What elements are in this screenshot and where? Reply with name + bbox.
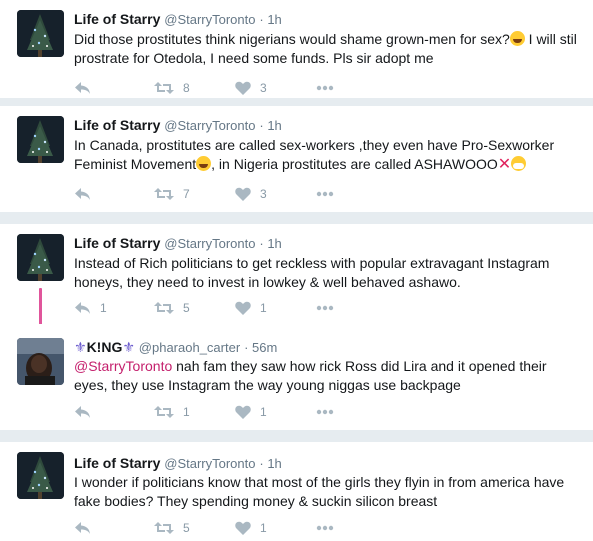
tweet-5[interactable]: Life of Starry @StarryToronto · 1h I won… — [0, 442, 593, 541]
more-button[interactable] — [316, 404, 334, 420]
more-icon — [316, 191, 334, 197]
display-name[interactable]: Life of Starry — [74, 11, 160, 27]
heart-icon — [235, 187, 251, 201]
heart-icon — [235, 81, 251, 95]
display-name[interactable]: Life of Starry — [74, 455, 160, 471]
more-icon — [316, 525, 334, 531]
reply-button[interactable] — [74, 404, 91, 420]
timestamp[interactable]: · 1h — [259, 12, 281, 27]
reply-button[interactable]: 1 — [74, 300, 107, 316]
heart-icon — [235, 521, 251, 535]
reply-button[interactable] — [74, 186, 91, 202]
tweet-header: Life of Starry @StarryToronto · 1h — [74, 116, 282, 135]
tweet-header: ⚜K!NG⚜ @pharaoh_carter · 56m — [74, 338, 277, 357]
retweet-count: 5 — [183, 521, 190, 535]
like-count: 1 — [260, 521, 267, 535]
tweet-text-part: , in Nigeria prostitutes are called ASHA… — [211, 156, 498, 172]
user-handle[interactable]: @StarryToronto — [164, 456, 255, 471]
tears-of-joy-emoji-icon — [196, 156, 212, 171]
more-button[interactable] — [316, 80, 334, 96]
more-icon — [316, 409, 334, 415]
retweet-count: 5 — [183, 301, 190, 315]
reply-icon — [75, 302, 90, 314]
retweet-button[interactable]: 5 — [154, 520, 190, 536]
retweet-count: 1 — [183, 405, 190, 419]
reply-icon — [75, 82, 90, 94]
timestamp[interactable]: · 1h — [259, 118, 281, 133]
more-button[interactable] — [316, 300, 334, 316]
more-icon — [316, 305, 334, 311]
like-button[interactable]: 3 — [235, 80, 267, 96]
avatar[interactable] — [17, 338, 64, 385]
user-handle[interactable]: @StarryToronto — [164, 236, 255, 251]
heart-icon — [235, 301, 251, 315]
avatar[interactable] — [17, 10, 64, 57]
like-count: 3 — [260, 81, 267, 95]
retweet-icon — [154, 188, 174, 200]
user-handle[interactable]: @StarryToronto — [164, 118, 255, 133]
tweet-header: Life of Starry @StarryToronto · 1h — [74, 234, 282, 253]
like-button[interactable]: 1 — [235, 520, 267, 536]
display-name[interactable]: Life of Starry — [74, 235, 160, 251]
reply-icon — [75, 188, 90, 200]
reply-count: 1 — [100, 301, 107, 315]
retweet-count: 8 — [183, 81, 190, 95]
retweet-button[interactable]: 7 — [154, 186, 190, 202]
retweet-icon — [154, 82, 174, 94]
heart-icon — [235, 405, 251, 419]
tweet-text: Instead of Rich politicians to get reckl… — [74, 255, 550, 290]
tweet-header: Life of Starry @StarryToronto · 1h — [74, 10, 282, 29]
retweet-icon — [154, 406, 174, 418]
retweet-count: 7 — [183, 187, 190, 201]
cross-mark-emoji-icon: ✕ — [497, 156, 512, 173]
retweet-button[interactable]: 1 — [154, 404, 190, 420]
retweet-icon — [154, 522, 174, 534]
like-count: 1 — [260, 301, 267, 315]
tweet-1[interactable]: Life of Starry @StarryToronto · 1h Did t… — [0, 0, 593, 104]
display-name[interactable]: Life of Starry — [74, 117, 160, 133]
separator — [0, 98, 593, 106]
tweet-3[interactable]: Life of Starry @StarryToronto · 1h Inste… — [0, 224, 593, 336]
reply-button[interactable] — [74, 80, 91, 96]
retweet-icon — [154, 302, 174, 314]
like-count: 3 — [260, 187, 267, 201]
tweet-text: I wonder if politicians know that most o… — [74, 474, 565, 509]
user-handle[interactable]: @StarryToronto — [164, 12, 255, 27]
tears-of-joy-emoji-icon — [509, 31, 525, 46]
tweet-text: @StarryToronto nah fam they saw how rick… — [74, 357, 579, 395]
avatar[interactable] — [17, 452, 64, 499]
more-icon — [316, 85, 334, 91]
medical-mask-emoji-icon — [511, 156, 527, 171]
like-button[interactable]: 3 — [235, 186, 267, 202]
display-name[interactable]: K!NG — [87, 339, 123, 355]
mention-link[interactable]: @StarryToronto — [74, 358, 172, 374]
user-handle[interactable]: @pharaoh_carter — [139, 340, 240, 355]
tweet-reply[interactable]: ⚜K!NG⚜ @pharaoh_carter · 56m @StarryToro… — [0, 324, 593, 430]
like-count: 1 — [260, 405, 267, 419]
like-button[interactable]: 1 — [235, 404, 267, 420]
reply-button[interactable] — [74, 520, 91, 536]
reply-icon — [75, 522, 90, 534]
reply-icon — [75, 406, 90, 418]
timestamp[interactable]: · 1h — [259, 236, 281, 251]
avatar[interactable] — [17, 234, 64, 281]
more-button[interactable] — [316, 186, 334, 202]
retweet-button[interactable]: 5 — [154, 300, 190, 316]
tweet-header: Life of Starry @StarryToronto · 1h — [74, 454, 282, 473]
tweet-text-part: Did those prostitutes think nigerians wo… — [74, 31, 510, 47]
tweet-text: In Canada, prostitutes are called sex-wo… — [74, 136, 579, 174]
tweet-2[interactable]: Life of Starry @StarryToronto · 1h In Ca… — [0, 106, 593, 210]
timestamp[interactable]: · 1h — [259, 456, 281, 471]
like-button[interactable]: 1 — [235, 300, 267, 316]
separator — [0, 212, 593, 224]
tweet-text: Did those prostitutes think nigerians wo… — [74, 30, 579, 68]
timestamp[interactable]: · 56m — [244, 340, 277, 355]
avatar[interactable] — [17, 116, 64, 163]
retweet-button[interactable]: 8 — [154, 80, 190, 96]
fleur-de-lis-icon: ⚜ — [74, 339, 87, 355]
separator — [0, 430, 593, 442]
fleur-de-lis-icon: ⚜ — [122, 339, 135, 355]
more-button[interactable] — [316, 520, 334, 536]
